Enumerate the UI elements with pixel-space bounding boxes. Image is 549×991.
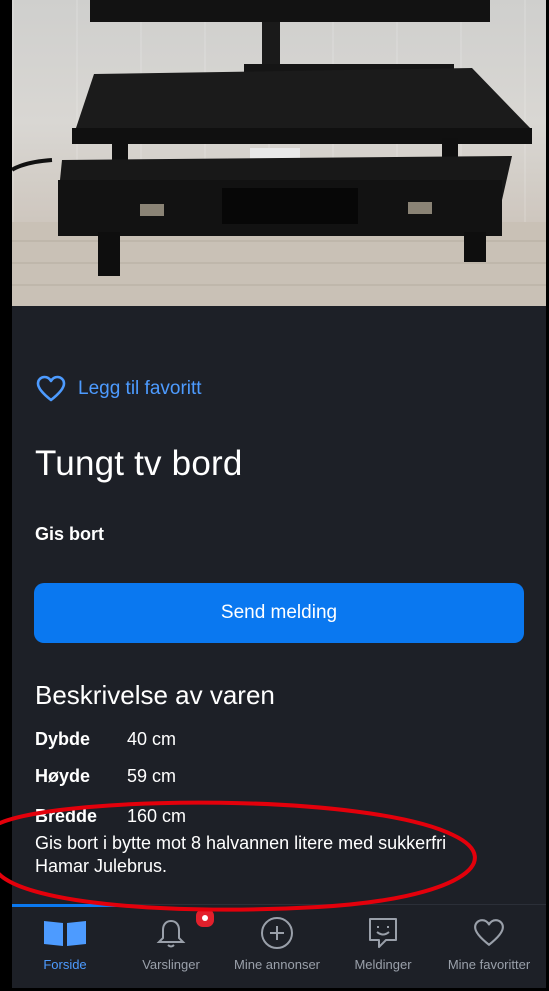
description-text: Gis bort i bytte mot 8 halvannen litere … — [35, 833, 447, 876]
heart-icon — [474, 919, 504, 946]
spec-key: Bredde — [35, 806, 98, 826]
spec-value: 40 cm — [127, 729, 177, 749]
add-favorite-button[interactable]: Legg til favoritt — [36, 372, 202, 406]
listing-photo[interactable] — [12, 0, 546, 306]
bell-icon — [156, 919, 186, 948]
add-favorite-label: Legg til favoritt — [78, 378, 202, 399]
app-frame: Legg til favoritt Tungt tv bord Gis bort… — [12, 0, 546, 988]
active-tab-indicator — [12, 904, 118, 907]
spec-row-height: Høyde 59 cm — [35, 766, 176, 787]
tab-varslinger[interactable]: Varslinger — [118, 907, 224, 985]
send-message-button[interactable]: Send melding — [34, 583, 524, 643]
tab-forside[interactable]: Forside — [12, 913, 118, 985]
plus-circle-icon — [261, 917, 293, 949]
spec-value: 59 cm — [127, 766, 177, 786]
tab-mine-favoritter[interactable]: Mine favoritter — [436, 913, 542, 985]
spec-row-width: Bredde 160 cm — [35, 806, 186, 827]
tab-label: Meldinger — [354, 957, 412, 972]
home-book-icon — [44, 921, 86, 946]
listing-title: Tungt tv bord — [35, 444, 243, 483]
tab-label: Forside — [43, 957, 87, 972]
spec-value: 160 cm — [127, 806, 187, 826]
spec-key: Dybde — [35, 729, 91, 749]
bottom-tab-bar: Forside Varslinger Mine annonser Melding… — [12, 904, 546, 988]
chat-smile-icon — [369, 918, 397, 948]
tab-mine-annonser[interactable]: Mine annonser — [224, 913, 330, 985]
description-heading: Beskrivelse av varen — [35, 680, 275, 710]
tab-label: Mine favoritter — [447, 957, 531, 972]
heart-outline-icon — [36, 375, 66, 402]
tab-meldinger[interactable]: Meldinger — [330, 913, 436, 985]
tab-label: Mine annonser — [234, 957, 320, 972]
listing-price: Gis bort — [35, 524, 105, 544]
tv-bench-illustration — [12, 0, 532, 276]
notification-badge — [194, 907, 216, 929]
tab-label: Varslinger — [142, 957, 200, 972]
spec-row-depth: Dybde 40 cm — [35, 729, 176, 750]
spec-key: Høyde — [35, 766, 91, 786]
